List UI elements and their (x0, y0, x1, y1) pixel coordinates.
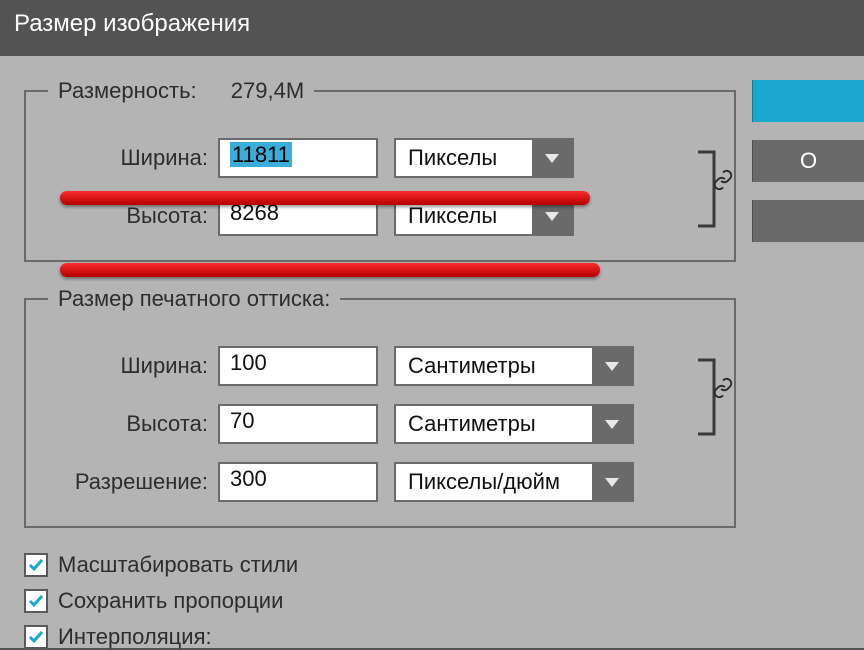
checkbox-constrain-label: Сохранить пропорции (58, 588, 283, 614)
ps-height-input[interactable]: 70 (218, 404, 378, 444)
print-size-legend: Размер печатного оттиска: (48, 286, 340, 312)
pd-height-unit-text: Пикселы (396, 201, 532, 231)
ok-button[interactable] (752, 80, 864, 122)
checkbox-interpolate-label: Интерполяция: (58, 624, 212, 650)
checkbox-scale-styles-row: Масштабировать стили (24, 552, 736, 578)
ps-resolution-label: Разрешение: (48, 469, 218, 495)
auto-button[interactable] (752, 200, 864, 242)
ps-width-unit-select[interactable]: Сантиметры (394, 346, 634, 386)
window-title: Размер изображения (0, 0, 864, 56)
ps-resolution-unit-select[interactable]: Пикселы/дюйм (394, 462, 634, 502)
checkbox-constrain[interactable] (24, 589, 48, 613)
ps-resolution-input[interactable]: 300 (218, 462, 378, 502)
checkbox-scale-styles-label: Масштабировать стили (58, 552, 298, 578)
checkbox-scale-styles[interactable] (24, 553, 48, 577)
chain-link-icon[interactable] (710, 167, 736, 193)
cancel-button[interactable]: О (752, 140, 864, 182)
checkbox-interpolate[interactable] (24, 625, 48, 649)
pd-width-unit-dropdown-button[interactable] (532, 140, 572, 176)
pixel-dimensions-legend-label: Размерность: (58, 78, 197, 103)
pixel-dimensions-value: 279,4M (231, 78, 304, 103)
chain-link-icon[interactable] (710, 375, 736, 401)
ps-resolution-unit-text: Пикселы/дюйм (396, 467, 592, 497)
ps-height-unit-dropdown-button[interactable] (592, 406, 632, 442)
ps-height-label: Высота: (48, 411, 218, 437)
annotation-redline-height (60, 263, 600, 277)
print-size-group: Размер печатного оттиска: Ширина: 100 Са… (24, 286, 736, 528)
ps-width-unit-dropdown-button[interactable] (592, 348, 632, 384)
checkbox-interpolate-row: Интерполяция: (24, 624, 736, 650)
dialog-body: Размерность: 279,4M Ширина: 11811 Пиксел… (0, 56, 864, 648)
pd-width-label: Ширина: (48, 145, 218, 171)
chevron-down-icon (605, 420, 619, 429)
annotation-redline-width (60, 191, 590, 205)
pixel-dimensions-group: Размерность: 279,4M Ширина: 11811 Пиксел… (24, 78, 736, 262)
ps-resolution-unit-dropdown-button[interactable] (592, 464, 632, 500)
checkbox-constrain-row: Сохранить пропорции (24, 588, 736, 614)
ps-height-unit-text: Сантиметры (396, 409, 592, 439)
ps-width-input[interactable]: 100 (218, 346, 378, 386)
ps-height-unit-select[interactable]: Сантиметры (394, 404, 634, 444)
chevron-down-icon (605, 362, 619, 371)
pd-height-label: Высота: (48, 203, 218, 229)
chevron-down-icon (605, 478, 619, 487)
ps-width-unit-text: Сантиметры (396, 351, 592, 381)
ps-width-label: Ширина: (48, 353, 218, 379)
pd-width-unit-select[interactable]: Пикселы (394, 138, 574, 178)
pd-width-input[interactable]: 11811 (218, 138, 378, 178)
pd-width-unit-text: Пикселы (396, 143, 532, 173)
dialog-side-buttons: О (752, 80, 864, 260)
chevron-down-icon (545, 212, 559, 221)
chevron-down-icon (545, 154, 559, 163)
pixel-dimensions-legend: Размерность: 279,4M (48, 78, 314, 104)
